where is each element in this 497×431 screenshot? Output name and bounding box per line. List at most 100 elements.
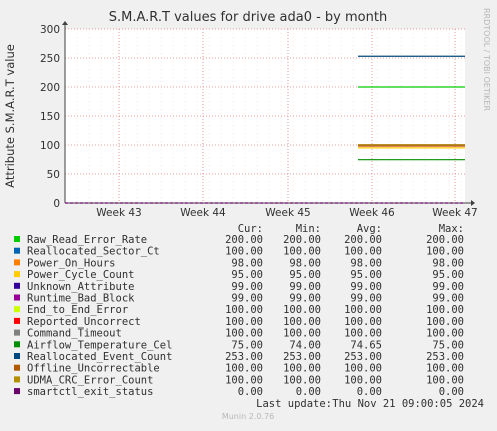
- y-axis-arrow: [62, 21, 68, 25]
- y-tick-label: 250: [40, 53, 60, 65]
- legend-value: 100.00: [225, 316, 263, 328]
- legend-value: 98.00: [350, 257, 382, 269]
- legend-swatch: [14, 364, 20, 371]
- legend-swatch: [14, 259, 20, 266]
- legend-value: 100.00: [426, 316, 464, 328]
- chart-title: S.M.A.R.T values for drive ada0 - by mon…: [109, 10, 387, 25]
- legend-value: 95.00: [231, 269, 263, 281]
- y-tick-label: 0: [53, 198, 60, 210]
- y-tick-label: 50: [47, 169, 60, 181]
- smart-chart: 0 50 100 150 200 250 300 Week 43 Week 44 Week 45 W…: [3, 8, 491, 421]
- legend-value: 253.00: [225, 351, 263, 363]
- legend-swatch: [14, 247, 20, 254]
- legend-value: 100.00: [344, 316, 382, 328]
- legend-value: 100.00: [283, 363, 321, 375]
- legend-value: 200.00: [426, 234, 464, 246]
- legend-label: Power_On_Hours: [27, 257, 116, 269]
- legend-value: 99.00: [289, 293, 321, 305]
- y-tick-label: 100: [40, 140, 60, 152]
- legend-value: 100.00: [426, 363, 464, 375]
- legend-label: Power_Cycle_Count: [27, 269, 134, 281]
- legend-swatch: [14, 388, 20, 395]
- legend-swatch: [14, 353, 20, 359]
- legend-value: 253.00: [283, 351, 321, 363]
- legend-value: 100.00: [283, 246, 321, 258]
- legend-value: 100.00: [225, 374, 263, 386]
- last-update-value: Thu Nov 21 09:00:05 2024: [332, 398, 484, 410]
- legend-swatch: [14, 271, 20, 278]
- legend-value: 100.00: [426, 304, 464, 316]
- y-tick-label: 200: [40, 82, 60, 94]
- legend-value: 95.00: [289, 269, 321, 281]
- legend-value: 200.00: [344, 234, 382, 246]
- x-tick-label: Week 47: [432, 207, 477, 219]
- legend-value: 100.00: [344, 304, 382, 316]
- y-axis-label: Attribute S.M.A.R.T value: [3, 44, 17, 188]
- legend-value: 0.00: [439, 386, 464, 398]
- munin-footer: Munin 2.0.76: [222, 412, 274, 421]
- legend-value: 74.65: [350, 339, 382, 351]
- legend-value: 100.00: [225, 328, 263, 340]
- legend-value: 99.00: [289, 281, 321, 293]
- legend-label: Reported_Uncorrect: [27, 316, 141, 328]
- legend-value: 95.00: [432, 269, 464, 281]
- legend-label: Airflow_Temperature_Cel: [27, 339, 172, 351]
- x-tick-label: Week 44: [180, 207, 226, 219]
- legend-value: 100.00: [426, 374, 464, 386]
- legend-value: 0.00: [296, 386, 321, 398]
- legend-value: 99.00: [432, 281, 464, 293]
- x-tick-label: Week 43: [96, 207, 141, 219]
- legend-swatch: [14, 341, 20, 348]
- x-tick-label: Week 46: [349, 207, 395, 219]
- legend-value: 99.00: [432, 293, 464, 305]
- legend-value: 0.00: [238, 386, 263, 398]
- legend-value: 100.00: [426, 246, 464, 258]
- legend-value: 99.00: [231, 293, 263, 305]
- legend-swatch: [14, 282, 20, 289]
- legend-value: 99.00: [350, 293, 382, 305]
- legend-value: 100.00: [344, 328, 382, 340]
- legend-swatch: [14, 376, 20, 383]
- legend-label: End_to_End_Error: [27, 304, 128, 316]
- legend-value: 75.00: [231, 339, 263, 351]
- y-tick-label: 150: [40, 111, 60, 123]
- legend-label: Reallocated_Event_Count: [27, 351, 172, 363]
- legend-swatch: [14, 236, 20, 242]
- legend-value: 74.00: [289, 339, 321, 351]
- rrdtool-watermark: RRDTOOL / TOBI OETIKER: [482, 8, 491, 111]
- legend-value: 200.00: [225, 234, 263, 246]
- legend-value: 98.00: [289, 257, 321, 269]
- legend-value: 100.00: [283, 374, 321, 386]
- legend-swatch: [14, 294, 20, 301]
- legend-value: 75.00: [432, 339, 464, 351]
- legend-label: Reallocated_Sector_Ct: [27, 246, 160, 258]
- legend-value: 100.00: [225, 363, 263, 375]
- y-tick-label: 300: [40, 24, 60, 36]
- legend-label: smartctl_exit_status: [27, 386, 153, 398]
- legend-value: 100.00: [225, 246, 263, 258]
- legend-value: 100.00: [283, 316, 321, 328]
- legend-label: UDMA_CRC_Error_Count: [27, 374, 153, 386]
- legend-label: Offline_Uncorrectable: [27, 363, 160, 375]
- legend-value: 253.00: [426, 351, 464, 363]
- legend-value: 100.00: [225, 304, 263, 316]
- legend-label: Command_Timeout: [27, 328, 122, 340]
- last-update-label: Last update:: [256, 398, 332, 410]
- legend-swatch: [14, 306, 20, 313]
- legend-value: 100.00: [344, 363, 382, 375]
- legend-value: 100.00: [426, 328, 464, 340]
- x-axis-arrow: [471, 200, 475, 206]
- legend-value: 253.00: [344, 351, 382, 363]
- legend-label: Runtime_Bad_Block: [27, 293, 135, 305]
- legend-value: 98.00: [231, 257, 263, 269]
- legend-swatch: [14, 317, 20, 324]
- x-tick-label: Week 45: [265, 207, 310, 219]
- legend-value: 200.00: [283, 234, 321, 246]
- legend-value: 0.00: [357, 386, 382, 398]
- legend-label: Raw_Read_Error_Rate: [27, 234, 147, 246]
- legend-value: 98.00: [432, 257, 464, 269]
- legend-label: Unknown_Attribute: [27, 281, 134, 293]
- legend-value: 99.00: [350, 281, 382, 293]
- legend-value: 95.00: [350, 269, 382, 281]
- legend-value: 100.00: [344, 374, 382, 386]
